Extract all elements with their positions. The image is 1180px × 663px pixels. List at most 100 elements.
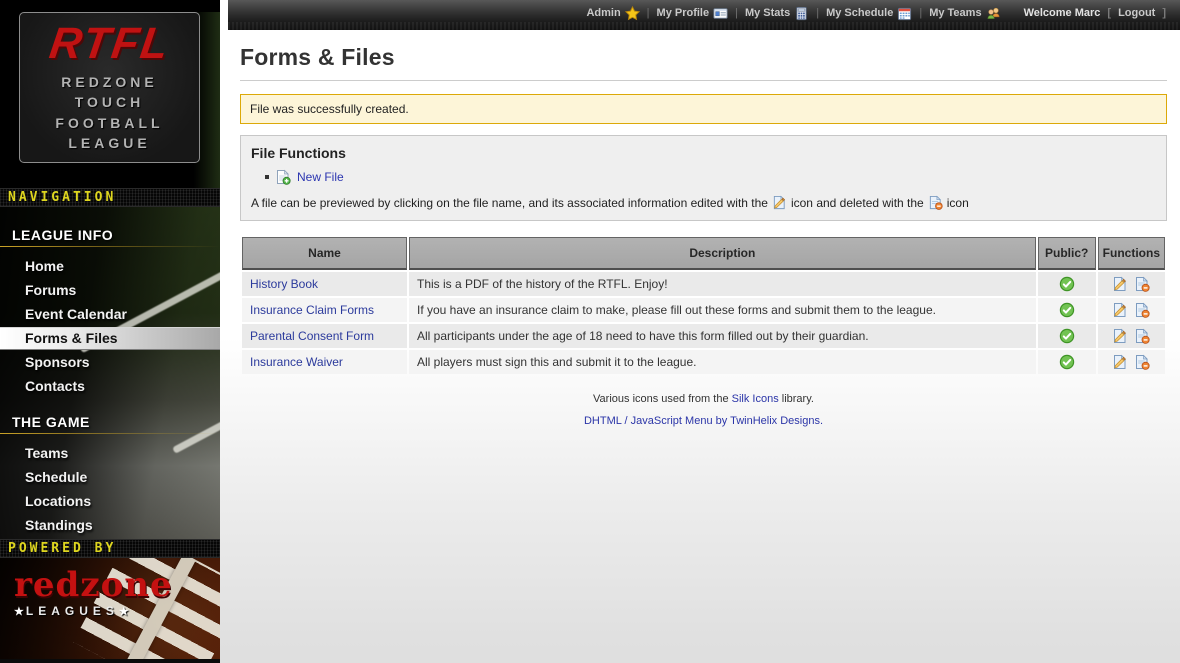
page-delete-icon	[928, 195, 943, 210]
sidebar-item-statistics[interactable]: Statistics	[0, 538, 220, 539]
league-logo-acronym: RTFL	[47, 22, 173, 66]
column-header-public[interactable]: Public?	[1038, 237, 1096, 270]
league-logo: RTFL REDZONE TOUCH FOOTBALL LEAGUE	[0, 12, 220, 188]
file-row: Insurance Claim Forms If you have an insu…	[242, 298, 1165, 322]
edit-file-icon[interactable]	[1112, 354, 1128, 370]
calculator-icon	[794, 6, 809, 21]
gold-divider	[0, 433, 220, 434]
topbar-separator: |	[816, 7, 819, 19]
accept-icon	[1059, 328, 1075, 344]
file-name-link[interactable]: Parental Consent Form	[250, 329, 374, 343]
column-header-description[interactable]: Description	[409, 237, 1036, 270]
edit-file-icon[interactable]	[1112, 302, 1128, 318]
logout-bracket: ]	[1162, 7, 1166, 19]
topbar-separator: |	[735, 7, 738, 19]
column-header-name[interactable]: Name	[242, 237, 407, 270]
new-file-link[interactable]: New File	[297, 170, 344, 184]
new-file-item: New File	[265, 169, 1156, 185]
topbar-separator: |	[647, 7, 650, 19]
topbar-admin-link[interactable]: Admin	[586, 6, 639, 21]
sidebar-item-contacts[interactable]: Contacts	[0, 375, 220, 398]
logout-bracket: [	[1107, 7, 1111, 19]
file-name-link[interactable]: History Book	[250, 277, 318, 291]
accept-icon	[1059, 354, 1075, 370]
list-bullet	[265, 175, 269, 179]
league-logo-line: FOOTBALL	[55, 113, 163, 133]
menu-credit-line: DHTML / JavaScript Menu by TwinHelix Des…	[240, 415, 1167, 427]
topbar-my-teams-link[interactable]: My Teams	[929, 6, 1000, 21]
file-functions-box: File Functions New File A file can be pr…	[240, 135, 1167, 221]
edit-file-icon[interactable]	[1112, 328, 1128, 344]
file-description: All participants under the age of 18 nee…	[409, 324, 1036, 348]
section-title-the-game: THE GAME	[0, 414, 220, 430]
star-icon	[625, 6, 640, 21]
flash-success-message: File was successfully created.	[240, 94, 1167, 124]
page-title: Forms & Files	[240, 44, 1167, 71]
twinhelix-link[interactable]: DHTML / JavaScript Menu by TwinHelix Des…	[584, 415, 823, 427]
file-functions-help: A file can be previewed by clicking on t…	[251, 195, 1156, 210]
gold-divider	[0, 246, 220, 247]
league-logo-line: TOUCH	[75, 92, 145, 112]
powered-by-area: redzone ★LEAGUES★	[0, 558, 220, 663]
file-description: If you have an insurance claim to make, …	[409, 298, 1036, 322]
edit-file-icon[interactable]	[1112, 276, 1128, 292]
sidebar-item-standings[interactable]: Standings	[0, 514, 220, 537]
section-title-league-info: LEAGUE INFO	[0, 227, 220, 243]
column-header-functions[interactable]: Functions	[1098, 237, 1165, 270]
topbar: Admin | My Profile | My Stats | My Sched…	[228, 0, 1180, 30]
sidebar-item-schedule[interactable]: Schedule	[0, 466, 220, 489]
sidebar: RTFL REDZONE TOUCH FOOTBALL LEAGUE NAVIG…	[0, 0, 220, 649]
vcard-icon	[713, 6, 728, 21]
sidebar-item-event-calendar[interactable]: Event Calendar	[0, 303, 220, 326]
delete-file-icon[interactable]	[1134, 302, 1150, 318]
section-the-game: THE GAME Teams Schedule Locations Standi…	[0, 414, 220, 539]
icons-credit-line: Various icons used from the Silk Icons l…	[240, 393, 1167, 405]
file-description: All players must sign this and submit it…	[409, 350, 1036, 374]
logout-link[interactable]: Logout	[1118, 7, 1155, 19]
file-description: This is a PDF of the history of the RTFL…	[409, 272, 1036, 296]
group-icon	[986, 6, 1001, 21]
delete-file-icon[interactable]	[1134, 328, 1150, 344]
redzone-logo-name: redzone	[14, 568, 220, 602]
welcome-user-label: Welcome Marc	[1024, 7, 1101, 19]
sidebar-item-home[interactable]: Home	[0, 255, 220, 278]
file-row: Insurance Waiver All players must sign th…	[242, 350, 1165, 374]
accept-icon	[1059, 276, 1075, 292]
file-functions-title: File Functions	[251, 145, 1156, 161]
page-add-icon	[275, 169, 291, 185]
sidebar-item-teams[interactable]: Teams	[0, 442, 220, 465]
main-area: Admin | My Profile | My Stats | My Sched…	[220, 0, 1180, 649]
file-row: History Book This is a PDF of the history…	[242, 272, 1165, 296]
accept-icon	[1059, 302, 1075, 318]
files-table-header-row: Name Description Public? Functions	[242, 237, 1165, 270]
sidebar-nav: LEAGUE INFO Home Forums Event Calendar F…	[0, 207, 220, 539]
sidebar-item-locations[interactable]: Locations	[0, 490, 220, 513]
files-table: Name Description Public? Functions Histo…	[240, 235, 1167, 376]
topbar-my-schedule-link[interactable]: My Schedule	[826, 6, 912, 21]
topbar-my-profile-link[interactable]: My Profile	[657, 6, 729, 21]
redzone-logo-sub: ★LEAGUES★	[14, 604, 220, 618]
star-glyph: ★	[14, 606, 26, 618]
calendar-icon	[897, 6, 912, 21]
sidebar-item-sponsors[interactable]: Sponsors	[0, 351, 220, 374]
league-logo-line: LEAGUE	[68, 133, 150, 153]
topbar-my-stats-link[interactable]: My Stats	[745, 6, 809, 21]
page-content: Forms & Files File was successfully crea…	[220, 0, 1180, 427]
redzone-leagues-logo[interactable]: redzone ★LEAGUES★	[0, 558, 220, 618]
navigation-led-label: NAVIGATION	[0, 188, 220, 207]
topbar-separator: |	[919, 7, 922, 19]
file-name-link[interactable]: Insurance Waiver	[250, 355, 343, 369]
sidebar-item-forms-files[interactable]: Forms & Files	[0, 327, 220, 350]
page-edit-icon	[772, 195, 787, 210]
league-logo-box: RTFL REDZONE TOUCH FOOTBALL LEAGUE	[19, 12, 200, 163]
star-glyph: ★	[119, 606, 131, 618]
file-name-link[interactable]: Insurance Claim Forms	[250, 303, 374, 317]
delete-file-icon[interactable]	[1134, 354, 1150, 370]
file-row: Parental Consent Form All participants un…	[242, 324, 1165, 348]
league-logo-line: REDZONE	[61, 72, 157, 92]
delete-file-icon[interactable]	[1134, 276, 1150, 292]
title-divider	[240, 80, 1167, 81]
silk-icons-link[interactable]: Silk Icons	[732, 393, 779, 405]
sidebar-item-forums[interactable]: Forums	[0, 279, 220, 302]
section-league-info: LEAGUE INFO Home Forums Event Calendar F…	[0, 227, 220, 398]
